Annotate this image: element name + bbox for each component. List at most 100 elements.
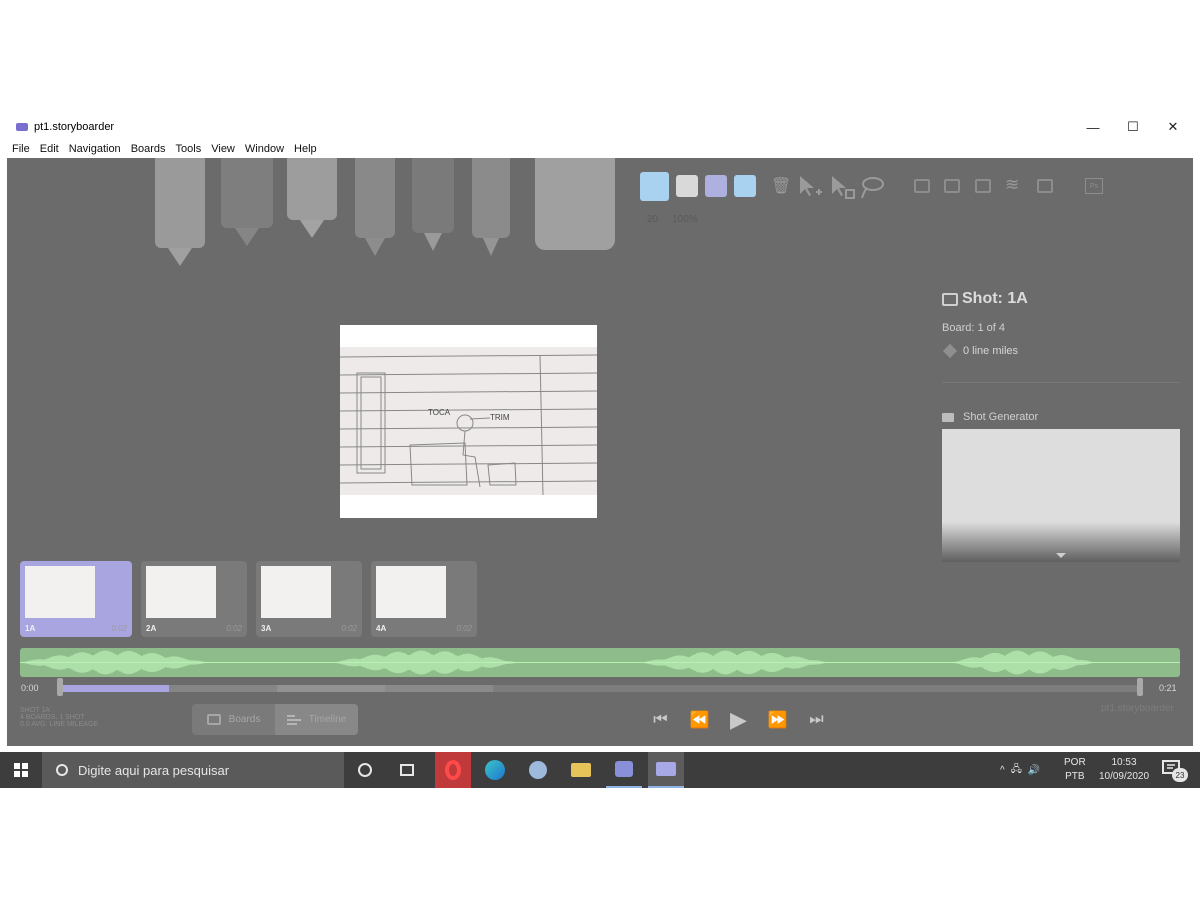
eraser-tool[interactable] [535,158,615,250]
view-toggle: Boards Timeline [192,704,358,735]
monitor-icon [942,292,958,306]
shot-generator-label: Shot Generator [942,411,1182,423]
close-button[interactable]: ✕ [1153,114,1193,140]
windows-icon [14,763,28,777]
menu-help[interactable]: Help [289,143,322,155]
summary-shot: SHOT 1A [20,707,50,714]
frame-icon[interactable] [1037,179,1053,193]
tray-icons[interactable]: ^ 🖧 🔊 [1000,752,1040,788]
notification-badge: 23 [1172,768,1188,782]
app-icon [16,123,28,131]
boards-view-button[interactable]: Boards [192,704,275,735]
menu-tools[interactable]: Tools [171,143,207,155]
timeline-icon [286,714,301,725]
clock-date: 10/09/2020 [1098,771,1150,782]
photoshop-icon[interactable]: Ps [1085,178,1103,194]
color-swatch[interactable] [705,175,727,197]
timeline-start-time: 0:00 [21,683,39,693]
play-icon[interactable]: ▶ [719,707,758,733]
boards-view-label: Boards [228,714,261,725]
shot-info-panel: Shot: 1A Board: 1 of 4 0 line miles Shot… [942,288,1182,562]
snip-app-icon[interactable] [606,752,642,788]
timeline-view-button[interactable]: Timeline [275,704,358,735]
pastel-tool[interactable] [287,158,337,238]
board-count: Board: 1 of 4 [942,322,1005,334]
summary-boards: 4 BOARDS, 1 SHOT [20,714,85,721]
color-swatch[interactable] [640,172,669,201]
pencil-tool[interactable] [355,158,395,256]
color-swatch[interactable] [676,175,698,197]
menu-view[interactable]: View [206,143,240,155]
shot-generator-preview[interactable] [942,429,1180,562]
board-duration: 0:02 [341,624,357,633]
storyboarder-taskbar-icon[interactable] [648,752,684,788]
marker-tool[interactable] [472,158,510,256]
scale-icon[interactable] [830,174,856,200]
timeline-start-handle[interactable] [57,678,63,696]
skip-end-icon[interactable]: ⏭ [797,711,836,729]
move-icon[interactable] [798,174,824,200]
light-pencil-tool[interactable] [155,158,205,266]
playback-controls: ⏮ ⏪ ▶ ⏩ ⏭ [641,707,836,733]
trash-icon[interactable]: 🗑 [771,176,791,196]
file-explorer-icon[interactable] [563,752,599,788]
layout-grid-icon[interactable] [944,179,960,193]
pen-tool[interactable] [412,158,454,251]
maximize-button[interactable]: ☐ [1113,114,1153,140]
fast-forward-icon[interactable]: ⏩ [758,710,797,730]
steam-icon[interactable] [520,752,556,788]
language-indicator[interactable]: POR PTB [1064,756,1086,784]
summary-mileage: 0.0 AVG. LINE MILEAGE [20,721,99,728]
menu-boards[interactable]: Boards [126,143,171,155]
system-clock[interactable]: 10:53 10/09/2020 [1096,756,1152,784]
timeline-segment [61,685,169,692]
lasso-icon[interactable] [859,174,885,200]
edge-icon[interactable] [477,752,513,788]
audio-waveform[interactable] [20,648,1180,677]
timeline-segment [385,685,493,692]
timeline-scrubber[interactable] [61,685,1139,692]
board-thumbnail[interactable]: 2A 0:02 [141,561,247,637]
notification-center[interactable]: 23 [1162,760,1188,782]
board-thumbnail[interactable]: 1A 0:02 [20,561,132,637]
color-swatch[interactable] [734,175,756,197]
line-miles-text: 0 line miles [963,345,1019,357]
clock-time: 10:53 [1111,757,1137,768]
skip-start-icon[interactable]: ⏮ [641,711,680,729]
chevron-up-icon[interactable]: ^ [1000,765,1005,776]
taskbar: Digite aqui para pesquisar ^ 🖧 🔊 POR PTB… [0,752,1200,788]
board-image [376,566,446,618]
timeline-end-handle[interactable] [1137,678,1143,696]
menu-bar: File Edit Navigation Boards Tools View W… [7,140,1193,158]
board-label: 4A [376,624,387,633]
menu-file[interactable]: File [7,143,35,155]
drawing-canvas[interactable]: TOCA TRIM [340,325,597,518]
minimize-button[interactable]: — [1073,114,1113,140]
opera-icon[interactable] [435,752,471,788]
timeline-segment [277,685,385,692]
board-thumbnail[interactable]: 3A 0:02 [256,561,362,637]
start-button[interactable] [0,752,42,788]
task-view-icon[interactable] [389,752,425,788]
board-thumbnail[interactable]: 4A 0:02 [371,561,477,637]
network-icon[interactable]: 🖧 [1011,762,1022,779]
timeline-view-label: Timeline [308,714,347,725]
board-label: 1A [25,624,36,633]
sketch-label-b: TRIM [490,413,510,422]
layout-rows-icon[interactable] [914,179,930,193]
menu-edit[interactable]: Edit [35,143,64,155]
cortana-icon[interactable] [347,752,383,788]
search-placeholder: Digite aqui para pesquisar [78,762,230,778]
rewind-icon[interactable]: ⏪ [680,710,719,730]
menu-window[interactable]: Window [240,143,289,155]
layout-columns-icon[interactable] [975,179,991,193]
board-label: 2A [146,624,157,633]
board-duration: 0:02 [226,624,242,633]
layers-icon[interactable]: ≋ [1005,175,1019,195]
divider [942,382,1180,383]
menu-navigation[interactable]: Navigation [64,143,126,155]
board-image [25,566,95,618]
brush-tool[interactable] [221,158,273,246]
volume-icon[interactable]: 🔊 [1028,765,1040,776]
taskbar-search[interactable]: Digite aqui para pesquisar [42,752,344,788]
